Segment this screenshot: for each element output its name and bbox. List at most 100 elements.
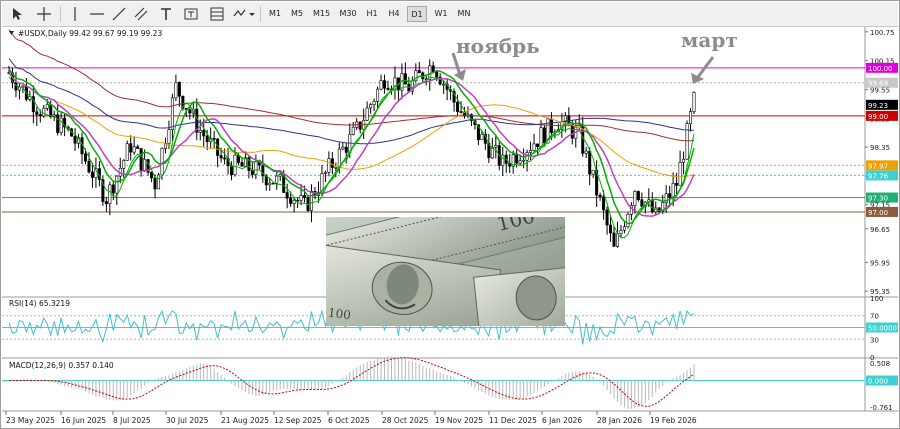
x-tick-label: 6 Oct 2025 [328,416,370,425]
terminal-window: M1 M5 M15 M30 H1 H4 D1 W1 MN 100.75 100.15 99.55 98… [0,0,900,429]
candle-body [678,162,682,186]
x-tick-label: 16 Jun 2025 [61,416,106,425]
candle-body [337,148,341,168]
candle-body [668,193,672,198]
candle-body [616,233,620,247]
rsi-label: RSI(14) 65.3219 [9,299,70,308]
candle-body [108,184,112,204]
candle-body [177,82,181,97]
candle-body [351,126,355,135]
candle-body [612,232,616,247]
macd-label: MACD(12,26,9) 0.357 0.140 [9,361,114,370]
candle-body [650,199,654,213]
candle-body [223,157,227,160]
rsi-level-label: 50.0000 [868,325,897,333]
x-tick-label: 19 Feb 2026 [650,416,697,425]
annotation-november: ноябрь [456,34,540,58]
candle-body [278,174,282,177]
label-icon[interactable] [182,5,200,23]
annotation-march: март [681,28,738,52]
text-icon[interactable] [157,5,175,23]
trendline-icon[interactable] [110,5,128,23]
price-label: 100.00 [868,65,893,73]
candle-body [494,145,498,148]
rsi-tick-label: 30 [870,336,879,344]
candle-body [153,177,157,190]
candle-body [83,153,87,162]
candle-body [529,150,533,153]
candle-body [87,160,91,173]
y-tick-label: 100.75 [870,29,895,37]
candle-body [174,82,178,99]
candle-body [104,201,108,204]
rsi-tick-label: 70 [870,313,879,321]
price-label: 99.23 [868,102,888,110]
candle-body [90,171,94,178]
candle-body [522,159,526,162]
candle-body [570,123,574,139]
candle-body [167,129,171,144]
y-tick-label: 96.65 [870,226,890,234]
candle-body [330,158,334,168]
candle-body [365,107,369,121]
candle-body [125,143,129,161]
x-tick-label: 12 Sep 2025 [274,416,322,425]
candle-body [56,114,60,133]
candle-body [515,154,519,164]
candle-body [49,104,53,118]
channel-icon[interactable] [132,5,150,23]
candle-body [170,97,174,130]
candle-body [327,158,331,173]
candle-body [310,191,314,211]
shapes-icon[interactable] [232,5,256,23]
candle-body [376,88,380,102]
timeframe-w1[interactable]: W1 [431,6,451,22]
candle-body [501,154,505,166]
x-tick-label: 19 Nov 2025 [435,416,483,425]
candle-body [219,155,223,159]
candle-body [240,162,244,167]
candle-body [536,143,540,147]
candle-body [143,159,147,171]
price-label: 97.97 [868,162,888,170]
timeframe-m5[interactable]: M5 [287,6,307,22]
cursor-icon[interactable] [8,5,26,23]
candle-body [685,123,689,160]
vline-icon[interactable] [66,5,84,23]
timeframe-m30[interactable]: M30 [336,6,360,22]
hline-icon[interactable] [88,5,106,23]
timeframe-m1[interactable]: M1 [266,6,284,22]
candle-body [233,154,237,176]
candle-body [456,101,460,112]
candle-body [230,165,234,176]
y-tick-label: 98.35 [870,144,890,152]
candle-body [299,195,303,201]
candle-body [35,111,39,115]
candle-body [602,196,606,211]
candle-body [431,65,435,73]
candle-body [435,71,439,78]
candle-body [442,83,446,86]
candle-body [188,109,192,114]
candle-body [323,172,327,174]
candle-body [268,182,272,186]
candle-body [671,182,675,198]
x-tick-label: 11 Dec 2025 [489,416,537,425]
price-label: 99.00 [868,113,888,121]
timeframe-h4[interactable]: H4 [384,6,404,22]
toolbar-separator [60,6,61,22]
candle-body [212,138,216,140]
timeframe-mn[interactable]: MN [454,6,474,22]
timeframe-h1[interactable]: H1 [362,6,382,22]
fibo-icon[interactable] [208,5,226,23]
crosshair-icon[interactable] [35,5,53,23]
timeframe-d1[interactable]: D1 [407,6,427,22]
price-label: 97.76 [868,172,889,180]
candle-body [542,127,546,144]
candle-body [609,224,613,234]
rsi-tick-label: 100 [870,295,883,303]
candle-body [202,130,206,137]
timeframe-m15[interactable]: M15 [309,6,334,22]
candle-body [344,146,348,153]
x-tick-label: 28 Jan 2026 [597,416,642,425]
